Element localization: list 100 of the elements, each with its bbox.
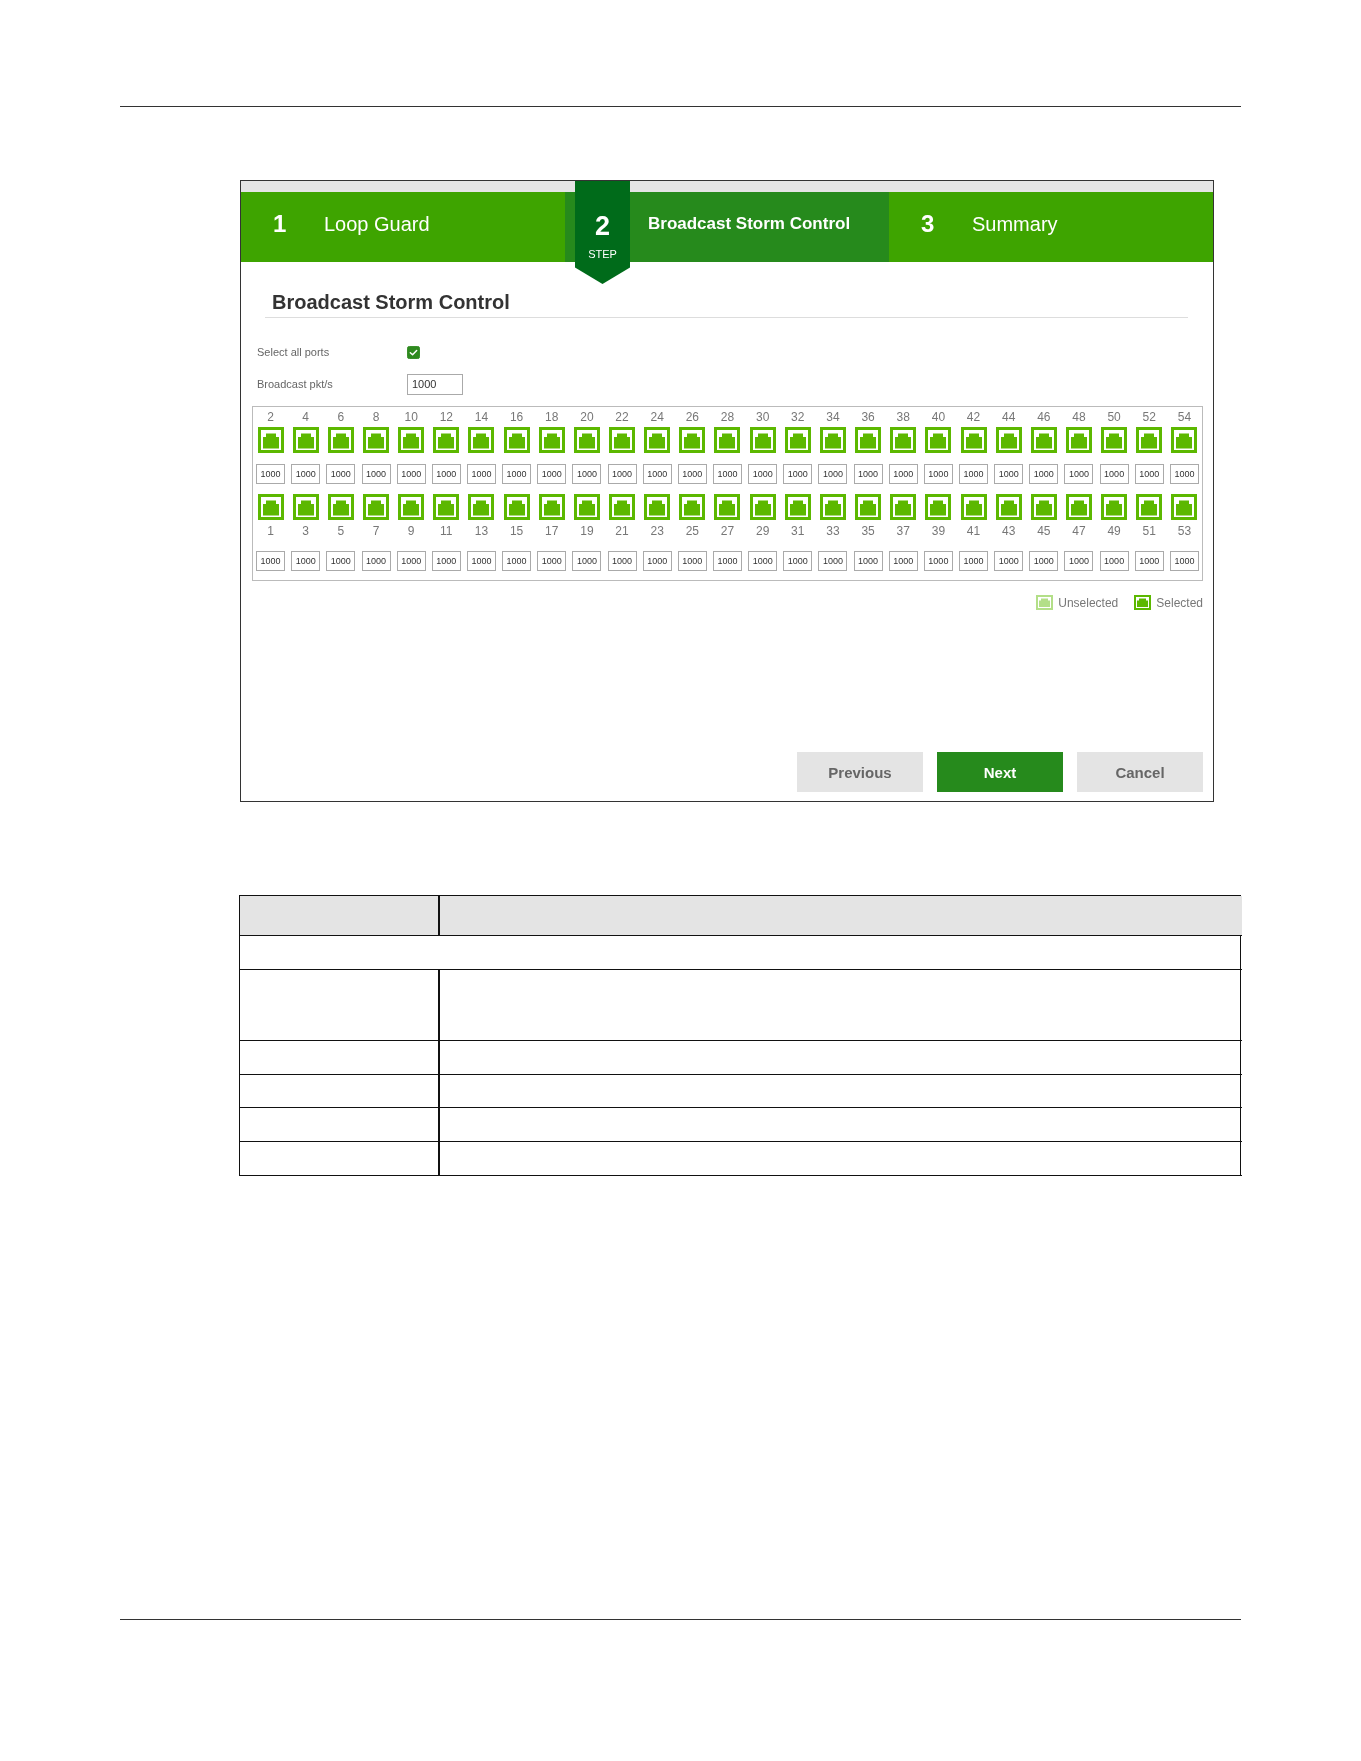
- ethernet-port-icon[interactable]: [995, 494, 1022, 520]
- ethernet-port-icon[interactable]: [784, 494, 811, 520]
- rate-field[interactable]: 1000: [888, 464, 918, 484]
- rate-field[interactable]: 1000: [642, 551, 672, 571]
- ethernet-port-icon[interactable]: [644, 494, 671, 520]
- rate-input-field[interactable]: 1000: [407, 373, 463, 395]
- rate-field[interactable]: 1000: [537, 464, 567, 484]
- ethernet-port-icon[interactable]: [573, 494, 600, 520]
- ethernet-port-icon[interactable]: [925, 494, 952, 520]
- ethernet-port-icon[interactable]: [819, 427, 846, 453]
- ethernet-port-icon[interactable]: [292, 427, 319, 453]
- rate-field[interactable]: 1000: [994, 464, 1024, 484]
- ethernet-port-icon[interactable]: [644, 427, 671, 453]
- ethernet-port-icon[interactable]: [855, 494, 882, 520]
- ethernet-port-icon[interactable]: [960, 494, 987, 520]
- rate-field[interactable]: 1000: [291, 464, 321, 484]
- rate-field[interactable]: 1000: [396, 551, 426, 571]
- ethernet-port-icon[interactable]: [1136, 427, 1163, 453]
- rate-field[interactable]: 1000: [1134, 464, 1164, 484]
- checkbox-icon[interactable]: [407, 345, 420, 359]
- rate-field[interactable]: 1000: [888, 551, 918, 571]
- ethernet-port-icon[interactable]: [503, 494, 530, 520]
- ethernet-port-icon[interactable]: [1136, 494, 1163, 520]
- rate-field[interactable]: 1000: [256, 551, 286, 571]
- rate-field[interactable]: 1000: [361, 464, 391, 484]
- ethernet-port-icon[interactable]: [714, 427, 741, 453]
- rate-field[interactable]: 1000: [607, 464, 637, 484]
- ethernet-port-icon[interactable]: [1171, 494, 1198, 520]
- wizard-button[interactable]: Next: [937, 752, 1063, 792]
- ethernet-port-icon[interactable]: [398, 427, 425, 453]
- ethernet-port-icon[interactable]: [784, 427, 811, 453]
- ethernet-port-icon[interactable]: [327, 494, 354, 520]
- ethernet-port-icon[interactable]: [714, 494, 741, 520]
- ethernet-port-icon[interactable]: [960, 427, 987, 453]
- rate-field[interactable]: 1000: [502, 464, 532, 484]
- rate-field[interactable]: 1000: [713, 551, 742, 571]
- rate-field[interactable]: 1000: [572, 551, 602, 571]
- rate-field[interactable]: 1000: [748, 464, 778, 484]
- ethernet-port-icon[interactable]: [468, 427, 495, 453]
- ethernet-port-icon[interactable]: [679, 494, 706, 520]
- rate-field[interactable]: 1000: [466, 551, 496, 571]
- rate-field[interactable]: 1000: [291, 551, 321, 571]
- ethernet-port-icon[interactable]: [609, 427, 636, 453]
- rate-field[interactable]: 1000: [959, 551, 989, 571]
- ethernet-port-icon[interactable]: [468, 494, 495, 520]
- rate-field[interactable]: 1000: [326, 464, 356, 484]
- rate-field[interactable]: 1000: [1029, 551, 1059, 571]
- rate-field[interactable]: 1000: [502, 551, 532, 571]
- rate-field[interactable]: 1000: [994, 551, 1024, 571]
- rate-field[interactable]: 1000: [959, 464, 989, 484]
- ethernet-port-icon[interactable]: [538, 427, 565, 453]
- rate-field[interactable]: 1000: [396, 464, 426, 484]
- rate-field[interactable]: 1000: [1169, 464, 1199, 484]
- rate-field[interactable]: 1000: [1134, 551, 1164, 571]
- ethernet-port-icon[interactable]: [1030, 494, 1057, 520]
- rate-field[interactable]: 1000: [677, 551, 707, 571]
- ethernet-port-icon[interactable]: [1030, 427, 1057, 453]
- rate-field[interactable]: 1000: [1064, 551, 1094, 571]
- rate-field[interactable]: 1000: [853, 464, 883, 484]
- ethernet-port-icon[interactable]: [925, 427, 952, 453]
- rate-field[interactable]: 1000: [1099, 464, 1129, 484]
- ethernet-port-icon[interactable]: [538, 494, 565, 520]
- rate-field[interactable]: 1000: [748, 551, 778, 571]
- wizard-button[interactable]: Cancel: [1077, 752, 1203, 792]
- rate-field[interactable]: 1000: [607, 551, 637, 571]
- ethernet-port-icon[interactable]: [1171, 427, 1198, 453]
- rate-field[interactable]: 1000: [431, 551, 461, 571]
- ethernet-port-icon[interactable]: [327, 427, 354, 453]
- rate-field[interactable]: 1000: [783, 464, 813, 484]
- rate-field[interactable]: 1000: [783, 551, 813, 571]
- ethernet-port-icon[interactable]: [292, 494, 319, 520]
- ethernet-port-icon[interactable]: [363, 494, 389, 520]
- rate-field[interactable]: 1000: [923, 551, 953, 571]
- ethernet-port-icon[interactable]: [749, 427, 776, 453]
- rate-field[interactable]: 1000: [537, 551, 567, 571]
- ethernet-port-icon[interactable]: [890, 494, 917, 520]
- ethernet-port-icon[interactable]: [679, 427, 706, 453]
- ethernet-port-icon[interactable]: [890, 427, 917, 453]
- ethernet-port-icon[interactable]: [609, 494, 636, 520]
- ethernet-port-icon[interactable]: [855, 427, 882, 453]
- rate-field[interactable]: 1000: [642, 464, 672, 484]
- ethernet-port-icon[interactable]: [433, 427, 460, 453]
- rate-field[interactable]: 1000: [361, 551, 391, 571]
- rate-field[interactable]: 1000: [1169, 551, 1199, 571]
- rate-field[interactable]: 1000: [853, 551, 883, 571]
- ethernet-port-icon[interactable]: [1065, 494, 1092, 520]
- ethernet-port-icon[interactable]: [257, 494, 284, 520]
- ethernet-port-icon[interactable]: [398, 494, 425, 520]
- rate-field[interactable]: 1000: [326, 551, 356, 571]
- rate-field[interactable]: 1000: [1099, 551, 1129, 571]
- ethernet-port-icon[interactable]: [503, 427, 530, 453]
- ethernet-port-icon[interactable]: [257, 427, 284, 453]
- ethernet-port-icon[interactable]: [1065, 427, 1092, 453]
- rate-field[interactable]: 1000: [431, 464, 461, 484]
- ethernet-port-icon[interactable]: [1101, 427, 1128, 453]
- ethernet-port-icon[interactable]: [433, 494, 460, 520]
- rate-field[interactable]: 1000: [818, 551, 848, 571]
- rate-field[interactable]: 1000: [818, 464, 848, 484]
- rate-field[interactable]: 1000: [713, 464, 742, 484]
- wizard-button[interactable]: Previous: [797, 752, 923, 792]
